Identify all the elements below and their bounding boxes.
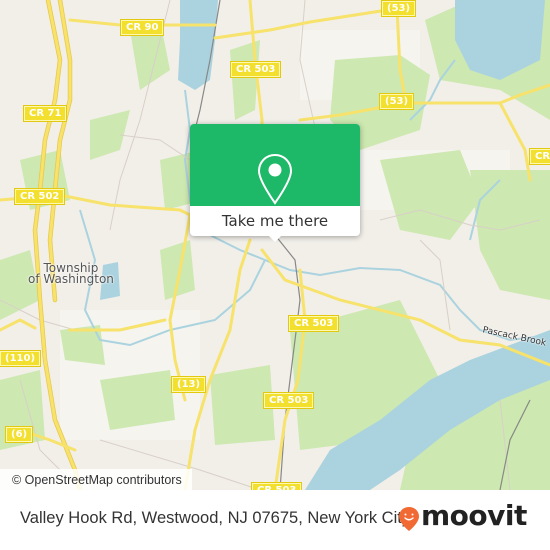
- road-shield-cr-502: CR 502: [15, 189, 65, 204]
- map-canvas[interactable]: CR 90 CR 503 (53) (53) CR 71 CR 502 CR C…: [0, 0, 550, 490]
- road-shield-53: (53): [380, 94, 414, 109]
- address-text: Valley Hook Rd, Westwood, NJ 07675, New …: [20, 509, 411, 527]
- road-shield-53: (53): [382, 1, 416, 16]
- popup-header: [190, 124, 360, 206]
- road-shield-cr-71: CR 71: [24, 106, 67, 121]
- moovit-logo[interactable]: moovit: [421, 499, 527, 532]
- road-shield-13: (13): [172, 377, 206, 392]
- road-shield-cr-503: CR 503: [231, 62, 281, 77]
- location-popup: Take me there: [190, 124, 360, 242]
- road-shield-cr-503: CR 503: [289, 316, 339, 331]
- place-label-township-of-washington: Township of Washington: [28, 262, 114, 286]
- road-shield-110: (110): [0, 351, 41, 366]
- map-attribution[interactable]: © OpenStreetMap contributors: [0, 469, 192, 490]
- road-shield-cr-503: CR 503: [252, 483, 302, 490]
- place-label-line-2: of Washington: [28, 272, 114, 286]
- road-shield-cr-503: CR 503: [264, 393, 314, 408]
- popup-pointer: [268, 235, 282, 242]
- moovit-smile-pin-icon: [399, 507, 419, 531]
- road-shield-cr: CR: [530, 149, 550, 164]
- road-shield-cr-90: CR 90: [121, 20, 164, 35]
- take-me-there-button[interactable]: Take me there: [190, 206, 360, 236]
- map-pin-icon: [257, 153, 293, 205]
- footer-bar: Valley Hook Rd, Westwood, NJ 07675, New …: [0, 490, 550, 550]
- road-shield-6: (6): [6, 427, 33, 442]
